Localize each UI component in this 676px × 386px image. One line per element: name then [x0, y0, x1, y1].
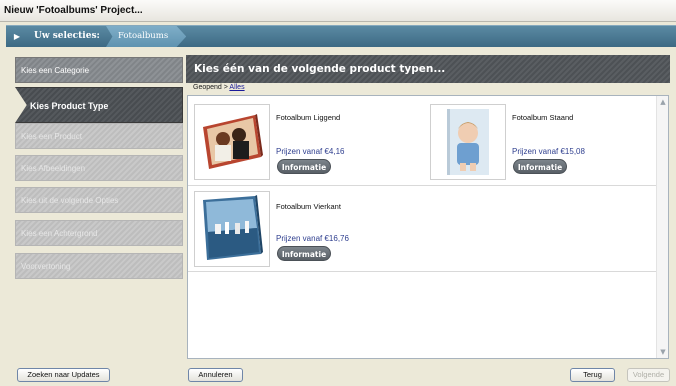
play-arrow-icon: ▶: [13, 32, 21, 41]
chevron-down-icon[interactable]: ▼: [658, 347, 668, 357]
info-button-staand[interactable]: Informatie: [513, 159, 567, 174]
product-image-liggend[interactable]: [194, 104, 270, 180]
next-button: Volgende: [627, 368, 670, 382]
product-name-vierkant: Fotoalbum Vierkant: [276, 202, 341, 211]
row-divider: [188, 271, 658, 272]
selection-bar: ▶ Uw selecties: Fotoalbums: [6, 25, 676, 47]
photo-album-square-icon: [203, 195, 263, 260]
product-image-vierkant[interactable]: [194, 191, 270, 267]
info-button-vierkant[interactable]: Informatie: [277, 246, 331, 261]
product-price-staand: Prijzen vanaf €15,08: [512, 147, 585, 156]
selection-label: Uw selecties:: [34, 31, 100, 41]
row-divider: [188, 185, 658, 186]
product-list: Fotoalbum Liggend Prijzen vanaf €4,16 In…: [187, 95, 669, 359]
product-name-liggend: Fotoalbum Liggend: [276, 113, 341, 122]
breadcrumb-prefix: Geopend >: [193, 84, 228, 91]
info-button-liggend[interactable]: Informatie: [277, 159, 331, 174]
step-kies-categorie[interactable]: Kies een Categorie: [15, 57, 183, 83]
vertical-scrollbar[interactable]: ▲ ▼: [656, 96, 668, 358]
chevron-up-icon[interactable]: ▲: [658, 97, 668, 107]
product-price-vierkant: Prijzen vanaf €16,76: [276, 234, 349, 243]
step-kies-opties: Kies uit de volgende Opties: [15, 187, 183, 213]
product-price-liggend: Prijzen vanaf €4,16: [276, 147, 345, 156]
window-title: Nieuw 'Fotoalbums' Project...: [0, 0, 676, 22]
step-kies-product: Kies een Product: [15, 123, 183, 149]
product-image-staand[interactable]: [430, 104, 506, 180]
selection-crumb[interactable]: Fotoalbums: [106, 26, 187, 47]
photo-album-landscape-icon: [203, 114, 263, 169]
back-button[interactable]: Terug: [570, 368, 615, 382]
page-title: Kies één van de volgende product typen..…: [186, 55, 670, 83]
breadcrumb-link-alles[interactable]: Alles: [229, 84, 244, 91]
wizard-steps: Kies een Categorie Kies Product Type Kie…: [15, 57, 183, 285]
cancel-button[interactable]: Annuleren: [188, 368, 243, 382]
breadcrumb: Geopend > Alles: [193, 84, 245, 91]
product-name-staand: Fotoalbum Staand: [512, 113, 574, 122]
photo-album-portrait-icon: [447, 109, 489, 175]
search-updates-button[interactable]: Zoeken naar Updates: [17, 368, 110, 382]
step-kies-product-type[interactable]: Kies Product Type: [15, 87, 183, 123]
step-kies-achtergrond: Kies een Achtergrond: [15, 220, 183, 246]
step-kies-afbeeldingen: Kies Afbeeldingen: [15, 155, 183, 181]
step-voorvertoning: Voorvertoning: [15, 253, 183, 279]
